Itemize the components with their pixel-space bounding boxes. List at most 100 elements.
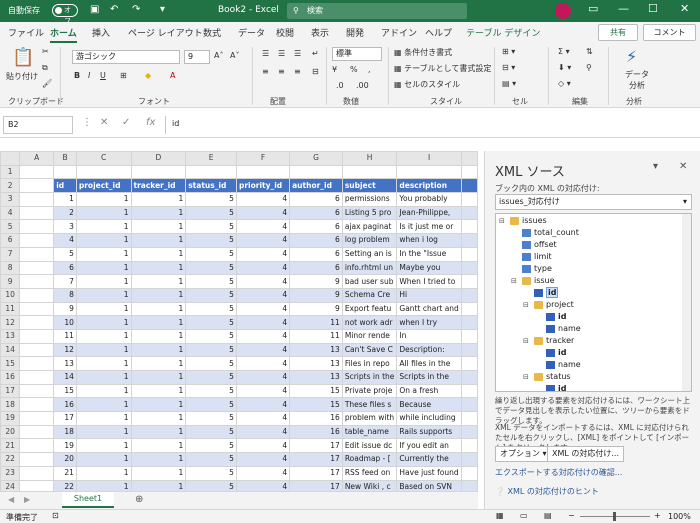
hint-link[interactable]: ❔ XML の対応付けのヒント — [495, 486, 599, 497]
copy-icon[interactable]: ⧉ — [42, 63, 48, 73]
data-cell[interactable]: 4 — [235, 301, 291, 317]
data-cell[interactable]: All files in the — [396, 356, 462, 371]
data-cell[interactable]: 5 — [185, 342, 237, 358]
data-cell[interactable]: 4 — [235, 438, 291, 454]
cell[interactable] — [19, 383, 55, 399]
data-cell[interactable]: 4 — [235, 260, 291, 276]
data-cell[interactable]: On a fresh — [396, 383, 462, 399]
cancel-icon[interactable]: ✕ — [100, 117, 108, 128]
data-cell[interactable]: 5 — [185, 192, 237, 207]
xml-maps-button[interactable]: XML の対応付け... — [547, 446, 625, 462]
cell-styles-button[interactable]: ▦ セルのスタイル — [394, 79, 460, 90]
bold-icon[interactable]: B — [74, 71, 80, 80]
data-cell[interactable]: 9 — [289, 274, 343, 289]
data-cell[interactable]: 17 — [53, 411, 77, 426]
data-cell[interactable]: 16 — [53, 397, 77, 413]
currency-icon[interactable]: ¥ — [332, 65, 337, 74]
data-cell[interactable]: Roadmap - [ — [341, 452, 398, 467]
collapse-icon[interactable]: ⊟ — [523, 301, 529, 309]
tree-node-status-id[interactable]: id — [546, 384, 566, 391]
data-cell[interactable]: Have just found — [396, 465, 462, 481]
formula-input[interactable]: id — [165, 116, 695, 134]
comment-button[interactable]: コメント — [643, 24, 696, 41]
data-cell[interactable] — [460, 452, 478, 467]
cell[interactable] — [19, 246, 55, 262]
align-center-icon[interactable]: ≡ — [278, 67, 285, 76]
data-cell[interactable]: Hi — [396, 287, 462, 303]
data-cell[interactable]: 4 — [235, 233, 291, 248]
data-cell[interactable]: 1 — [75, 370, 132, 385]
data-cell[interactable]: 5 — [185, 315, 237, 330]
data-cell[interactable]: Scripts in the — [396, 370, 462, 385]
data-cell[interactable]: In the "Issue — [396, 246, 462, 262]
row-header[interactable]: 2 — [0, 178, 21, 194]
tab-review[interactable]: 校閲 — [276, 26, 294, 39]
header-cell[interactable] — [460, 178, 478, 194]
data-cell[interactable]: Description: — [396, 342, 462, 358]
tree-node-project-id[interactable]: id — [546, 312, 566, 321]
data-cell[interactable]: 6 — [289, 219, 343, 235]
data-cell[interactable]: 5 — [185, 328, 237, 344]
data-cell[interactable]: 5 — [185, 301, 237, 317]
data-cell[interactable]: 1 — [75, 452, 132, 467]
autosave-toggle[interactable]: オフ — [52, 4, 78, 25]
data-cell[interactable]: log problem — [341, 233, 398, 248]
row-header[interactable]: 1 — [0, 164, 21, 180]
header-cell[interactable]: priority_id — [235, 178, 291, 194]
data-analysis-icon[interactable]: ⚡ — [626, 47, 637, 66]
tree-node-limit[interactable]: limit — [522, 252, 552, 261]
tab-view[interactable]: 表示 — [311, 26, 329, 39]
data-cell[interactable] — [460, 233, 478, 248]
data-cell[interactable]: 5 — [185, 452, 237, 467]
cell[interactable] — [19, 233, 55, 248]
data-cell[interactable]: bad user sub — [341, 274, 398, 289]
options-button[interactable]: オプション ▾ — [495, 446, 552, 462]
data-cell[interactable]: 17 — [289, 479, 343, 491]
data-cell[interactable]: Based on SVN — [396, 479, 462, 491]
data-cell[interactable]: Schema Cre — [341, 287, 398, 303]
data-cell[interactable]: 13 — [289, 370, 343, 385]
col-header[interactable] — [460, 151, 478, 166]
data-cell[interactable]: You probably — [396, 192, 462, 207]
data-cell[interactable]: 5 — [53, 246, 77, 262]
minimize-icon[interactable]: — — [618, 2, 629, 15]
align-right-icon[interactable]: ≡ — [294, 67, 301, 76]
data-cell[interactable] — [460, 192, 478, 207]
data-cell[interactable]: 1 — [130, 301, 187, 317]
data-cell[interactable]: 1 — [75, 479, 132, 491]
data-cell[interactable]: 17 — [289, 452, 343, 467]
data-cell[interactable]: 4 — [235, 465, 291, 481]
data-cell[interactable]: Rails supports — [396, 424, 462, 440]
enter-icon[interactable]: ✓ — [122, 117, 130, 128]
data-cell[interactable]: Listing 5 pro — [341, 205, 398, 221]
data-cell[interactable]: 1 — [75, 328, 132, 344]
data-cell[interactable]: 8 — [53, 287, 77, 303]
fill-color-icon[interactable]: ◆ — [145, 71, 151, 80]
data-cell[interactable] — [460, 424, 478, 440]
data-cell[interactable]: When I tried to — [396, 274, 462, 289]
row-header[interactable]: 20 — [0, 424, 21, 440]
tree-node-issue-id[interactable]: id — [534, 287, 559, 298]
cell[interactable] — [19, 438, 55, 454]
share-button[interactable]: 共有 — [598, 24, 638, 41]
data-cell[interactable] — [460, 438, 478, 454]
row-header[interactable]: 9 — [0, 274, 21, 289]
data-cell[interactable]: 11 — [289, 315, 343, 330]
underline-icon[interactable]: U — [100, 71, 106, 80]
tree-node-offset[interactable]: offset — [522, 240, 557, 249]
data-cell[interactable]: 1 — [130, 465, 187, 481]
data-cell[interactable] — [460, 260, 478, 276]
data-cell[interactable] — [460, 328, 478, 344]
data-cell[interactable]: 5 — [185, 465, 237, 481]
data-cell[interactable]: 4 — [235, 205, 291, 221]
col-header[interactable]: I — [396, 151, 462, 166]
border-icon[interactable]: ⊞ — [120, 71, 127, 80]
data-cell[interactable]: Edit issue dc — [341, 438, 398, 454]
data-cell[interactable] — [460, 219, 478, 235]
data-cell[interactable] — [460, 356, 478, 371]
cell[interactable] — [130, 164, 187, 180]
data-cell[interactable]: when I try — [396, 315, 462, 330]
collapse-icon[interactable]: ⊟ — [523, 373, 529, 381]
row-header[interactable]: 7 — [0, 246, 21, 262]
tree-node-project-name[interactable]: name — [546, 324, 581, 333]
